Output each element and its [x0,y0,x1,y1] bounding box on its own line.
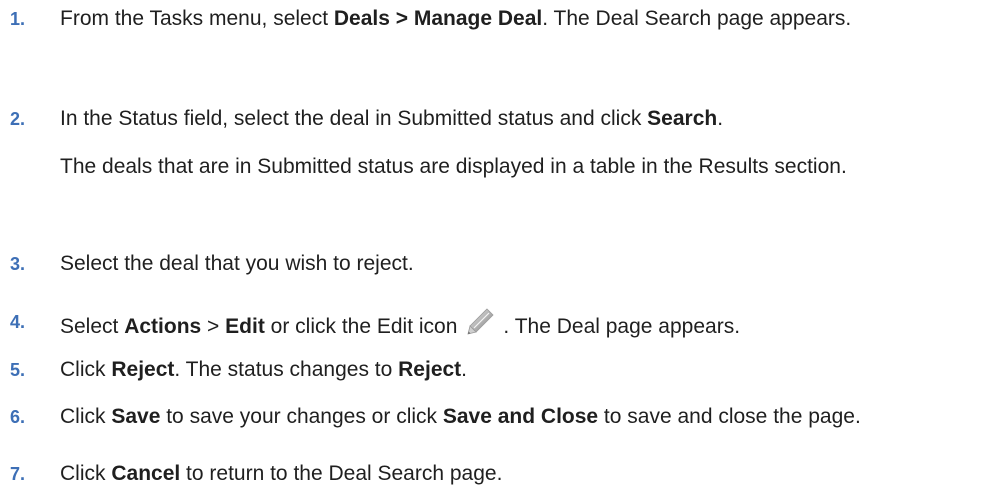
pencil-edit-icon [465,307,495,337]
step-text: Select Actions > Edit or click the Edit … [60,307,995,342]
step-text: Click Reject. The status changes to Reje… [60,358,468,381]
menu-path: Deals > Manage Deal [333,7,543,30]
step-text: Click Cancel to return to the Deal Searc… [60,462,503,485]
step-text: From the Tasks menu, select Deals > Mana… [60,7,852,30]
step-text: Click Save to save your changes or click… [60,405,861,428]
procedure-steps: 1. From the Tasks menu, select Deals > M… [0,0,1005,498]
step-number: 2. [10,109,26,129]
step-number: 5. [10,360,26,380]
step-number: 6. [10,407,26,427]
step-text: In the Status field, select the deal in … [60,107,724,130]
cancel-button-label: Cancel [111,462,181,485]
step-2-note: The deals that are in Submitted status a… [60,155,847,178]
actions-menu-label: Actions [124,315,202,338]
step-number: 3. [10,254,26,274]
save-button-label: Save [111,405,161,428]
reject-button-label: Reject [111,358,175,381]
edit-menu-label: Edit [225,315,265,338]
search-button-label: Search [647,107,718,130]
save-and-close-button-label: Save and Close [442,405,599,428]
step-text: Select the deal that you wish to reject. [60,252,414,275]
step-number: 1. [10,9,26,29]
step-number: 4. [10,312,26,332]
step-number: 7. [10,464,26,484]
reject-status-label: Reject [398,358,462,381]
